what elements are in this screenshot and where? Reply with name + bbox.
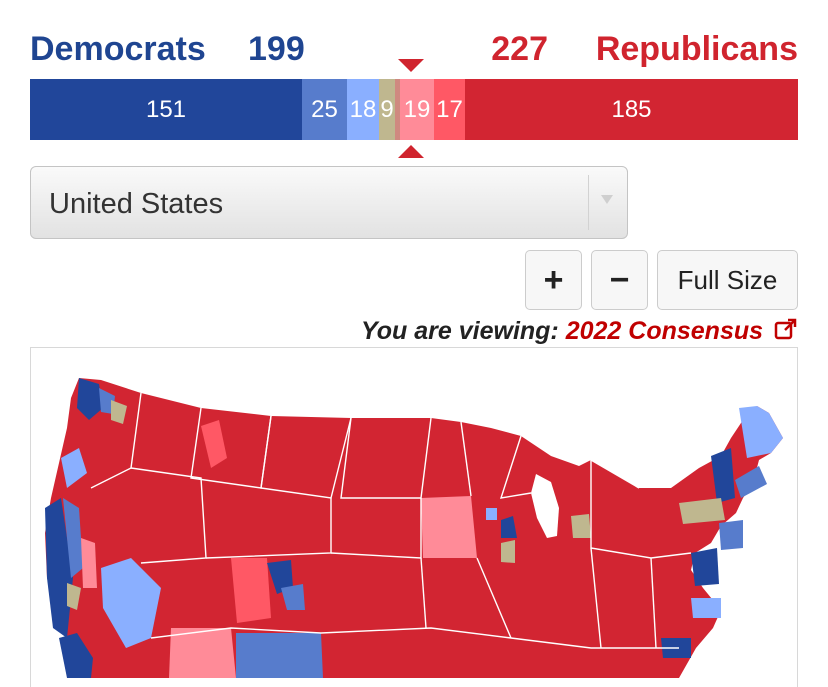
us-mainland-shape bbox=[45, 378, 783, 678]
district-mn-lean-rep bbox=[421, 496, 477, 558]
chevron-down-icon bbox=[601, 195, 613, 204]
seat-bar: 151 25 18 9 19 17 185 bbox=[30, 79, 798, 140]
republicans-total: 227 bbox=[491, 30, 548, 68]
region-select-value: United States bbox=[49, 188, 224, 220]
seat-segment-likely-dem: 25 bbox=[302, 79, 347, 140]
viewing-line: You are viewing: 2022 Consensus bbox=[361, 317, 798, 348]
seat-segment-safe-dem: 151 bbox=[30, 79, 302, 140]
district-wi-lean-dem bbox=[486, 508, 497, 520]
seat-segment-tossup: 9 bbox=[379, 79, 395, 140]
select-divider bbox=[588, 175, 589, 230]
seat-segment-safe-rep: 185 bbox=[465, 79, 798, 140]
republicans-label: Republicans bbox=[595, 30, 798, 68]
region-select[interactable]: United States bbox=[30, 166, 628, 239]
zoom-out-button[interactable]: − bbox=[591, 250, 648, 310]
district-mi-lean bbox=[571, 514, 591, 538]
full-size-button[interactable]: Full Size bbox=[657, 250, 798, 310]
consensus-link[interactable]: 2022 Consensus bbox=[566, 317, 763, 345]
district-nj-safe-dem bbox=[691, 548, 719, 586]
district-ny-likely-dem bbox=[719, 520, 743, 550]
seat-segment-lean-rep: 19 bbox=[400, 79, 434, 140]
democrats-total: 199 bbox=[248, 30, 305, 68]
district-nv-likely-rep bbox=[231, 558, 271, 623]
zoom-in-button[interactable]: + bbox=[525, 250, 582, 310]
democrats-label: Democrats bbox=[30, 30, 206, 68]
district-mn-tossup bbox=[501, 540, 515, 563]
district-va-lean-dem bbox=[691, 598, 721, 618]
viewing-label: You are viewing: bbox=[361, 317, 559, 346]
district-map[interactable] bbox=[30, 347, 798, 687]
majority-marker-bottom bbox=[398, 145, 424, 158]
external-link-icon[interactable] bbox=[774, 317, 798, 348]
seat-segment-lean-dem: 18 bbox=[347, 79, 379, 140]
seat-segment-likely-rep: 17 bbox=[434, 79, 465, 140]
district-az-lean-rep bbox=[169, 628, 236, 678]
majority-marker-top bbox=[398, 59, 424, 72]
district-az-likely-dem bbox=[236, 633, 323, 678]
us-map-svg bbox=[45, 378, 783, 678]
district-ca-lean-rep bbox=[81, 538, 97, 588]
